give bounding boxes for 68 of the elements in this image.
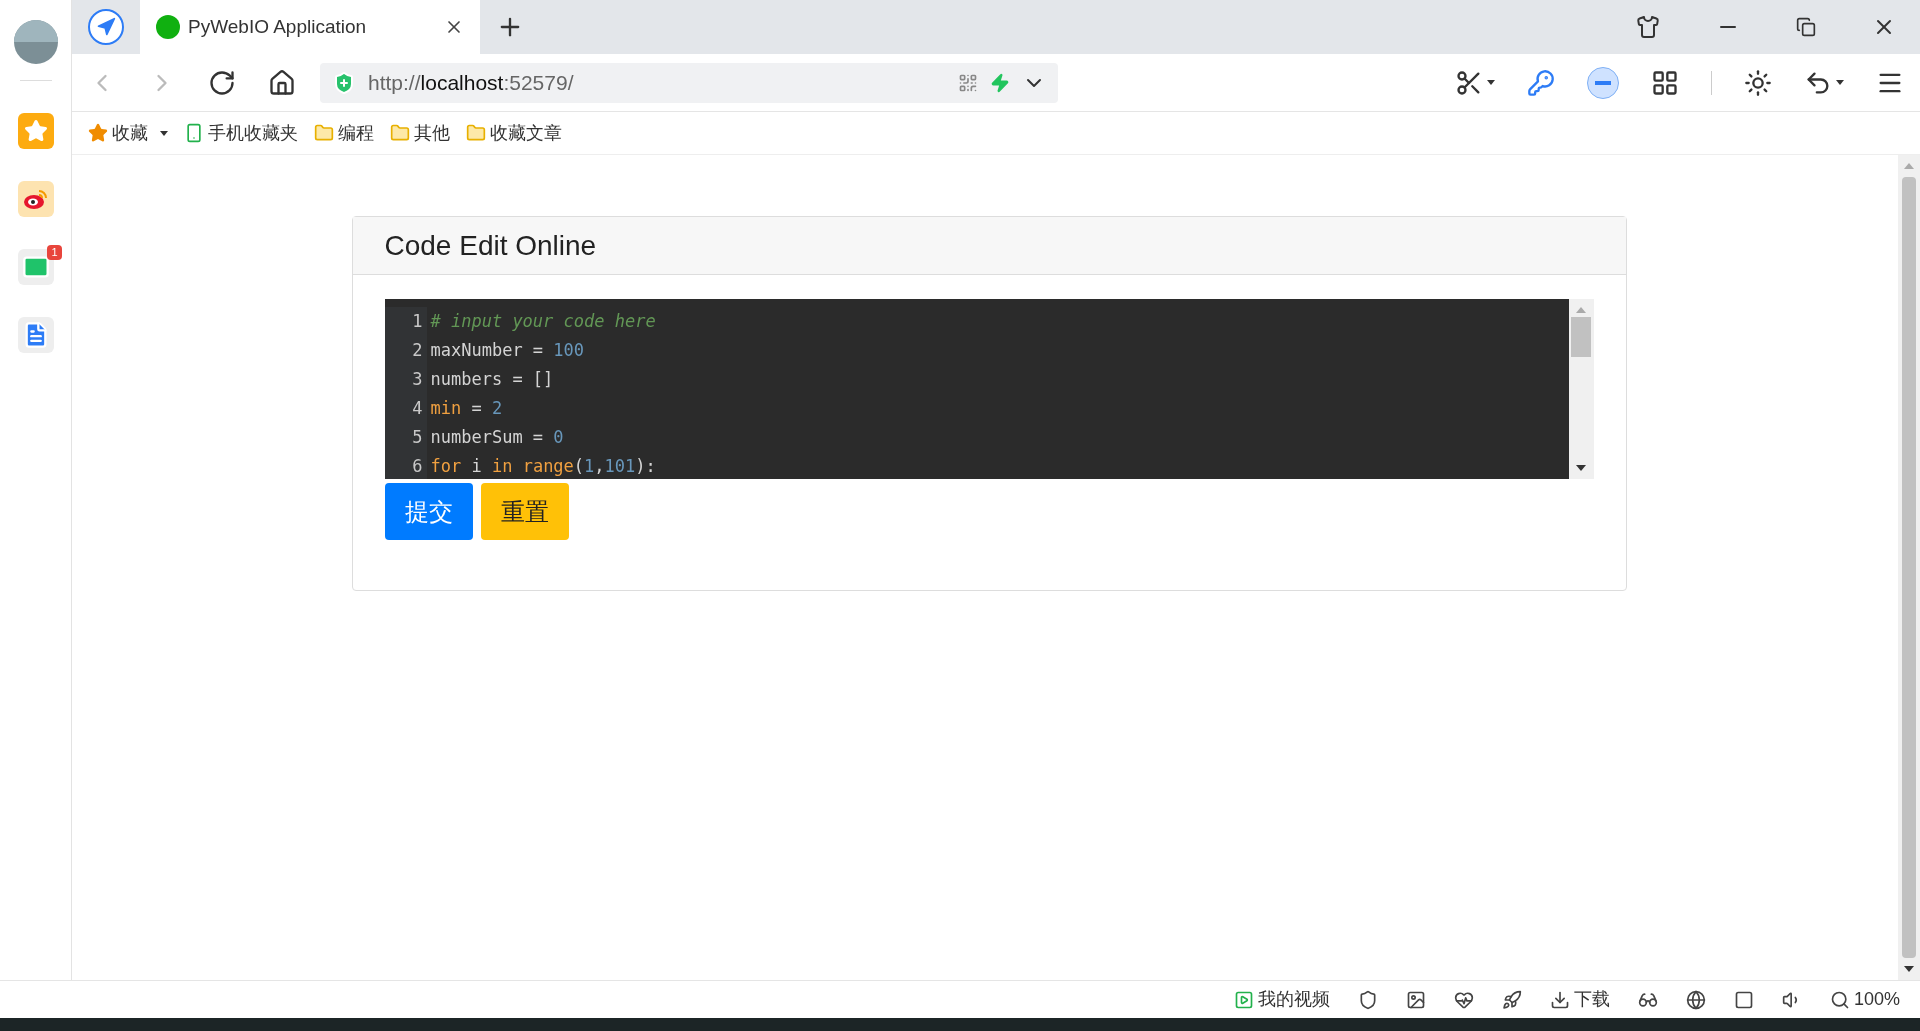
line-number: 5 bbox=[412, 426, 423, 449]
address-bar[interactable]: http://localhost:52579/ bbox=[320, 62, 1058, 103]
document-app-icon[interactable] bbox=[17, 317, 54, 353]
shirt-icon[interactable] bbox=[1636, 15, 1660, 39]
mail-app-icon[interactable] bbox=[17, 249, 54, 285]
submit-button[interactable]: 提交 bbox=[384, 483, 473, 540]
bookmark-link[interactable]: 手机收藏夹 bbox=[208, 119, 298, 147]
line-number: 1 bbox=[412, 310, 423, 333]
image-icon[interactable] bbox=[1405, 989, 1426, 1010]
home-icon[interactable] bbox=[268, 68, 296, 97]
status-label[interactable]: 100% bbox=[1853, 986, 1900, 1013]
notification-badge: 1 bbox=[47, 245, 62, 260]
star-app-icon[interactable] bbox=[17, 113, 54, 149]
status-label[interactable]: 下载 bbox=[1573, 986, 1610, 1013]
line-number: 3 bbox=[412, 368, 423, 391]
avatar[interactable] bbox=[13, 20, 58, 64]
caret-icon bbox=[1487, 80, 1495, 85]
scroll-down-icon[interactable] bbox=[1904, 966, 1914, 972]
eye-app-icon[interactable] bbox=[17, 181, 54, 217]
line-number: 4 bbox=[412, 397, 423, 420]
bookmark-link[interactable]: 收藏文章 bbox=[490, 119, 562, 147]
code-line: for i in range(1,101): bbox=[430, 455, 656, 478]
reset-button[interactable]: 重置 bbox=[480, 483, 569, 540]
reload-icon[interactable] bbox=[208, 68, 236, 97]
navigation-icon[interactable] bbox=[88, 9, 124, 45]
folder-icon bbox=[314, 123, 334, 143]
page-scrollbar[interactable] bbox=[1898, 155, 1920, 980]
code-line: maxNumber = 100 bbox=[430, 339, 586, 362]
folder-icon bbox=[466, 123, 486, 143]
code-line: min = 2 bbox=[430, 397, 504, 420]
download-icon[interactable] bbox=[1549, 989, 1570, 1010]
line-number: 6 bbox=[412, 455, 423, 478]
rocket-icon[interactable] bbox=[1501, 989, 1522, 1010]
shield-icon bbox=[332, 70, 356, 95]
star-icon bbox=[88, 123, 108, 143]
play-icon[interactable] bbox=[1233, 989, 1254, 1010]
search-icon[interactable] bbox=[1829, 989, 1850, 1010]
key-icon[interactable] bbox=[1527, 68, 1555, 97]
status-label[interactable]: 我的视频 bbox=[1257, 986, 1330, 1013]
heart-pulse-icon[interactable] bbox=[1453, 989, 1474, 1010]
square-icon[interactable] bbox=[1733, 989, 1754, 1010]
line-number: 2 bbox=[412, 339, 423, 362]
code-line: numberSum = 0 bbox=[430, 426, 565, 449]
sun-icon[interactable] bbox=[1744, 68, 1772, 97]
tab-title: PyWebIO Application bbox=[188, 14, 368, 39]
grid-icon[interactable] bbox=[1651, 68, 1679, 97]
stop-icon[interactable] bbox=[1587, 66, 1619, 99]
caret-icon bbox=[160, 130, 168, 136]
scroll-down-icon[interactable] bbox=[1576, 465, 1586, 471]
site-favicon bbox=[156, 15, 180, 39]
globe-icon[interactable] bbox=[1685, 989, 1706, 1010]
bookmark-link[interactable]: 收藏 bbox=[112, 119, 148, 147]
scrollbar[interactable] bbox=[1568, 299, 1594, 479]
bookmark-link[interactable]: 编程 bbox=[338, 119, 374, 147]
card-title: Code Edit Online bbox=[384, 228, 597, 263]
scrollbar-thumb[interactable] bbox=[1571, 317, 1591, 357]
restore-icon[interactable] bbox=[1796, 17, 1816, 37]
caret-icon bbox=[1836, 80, 1844, 85]
url-text: http://localhost:52579/ bbox=[368, 69, 575, 96]
code-line: numbers = [] bbox=[430, 368, 555, 391]
code-line: # input your code here bbox=[430, 310, 656, 333]
browser-tab[interactable]: PyWebIO Application bbox=[140, 0, 480, 54]
qr-code-icon[interactable] bbox=[958, 72, 978, 93]
scrollbar-thumb[interactable] bbox=[1902, 177, 1916, 958]
folder-icon bbox=[390, 123, 410, 143]
code-editor[interactable]: 1 2 3 4 5 6 # input your code here maxNumber = 100 numbers = [] min = 2 numberSum = 0 for i in range(1,101): bbox=[384, 299, 1569, 479]
phone-icon bbox=[184, 123, 204, 143]
bookmark-link[interactable]: 其他 bbox=[414, 119, 450, 147]
